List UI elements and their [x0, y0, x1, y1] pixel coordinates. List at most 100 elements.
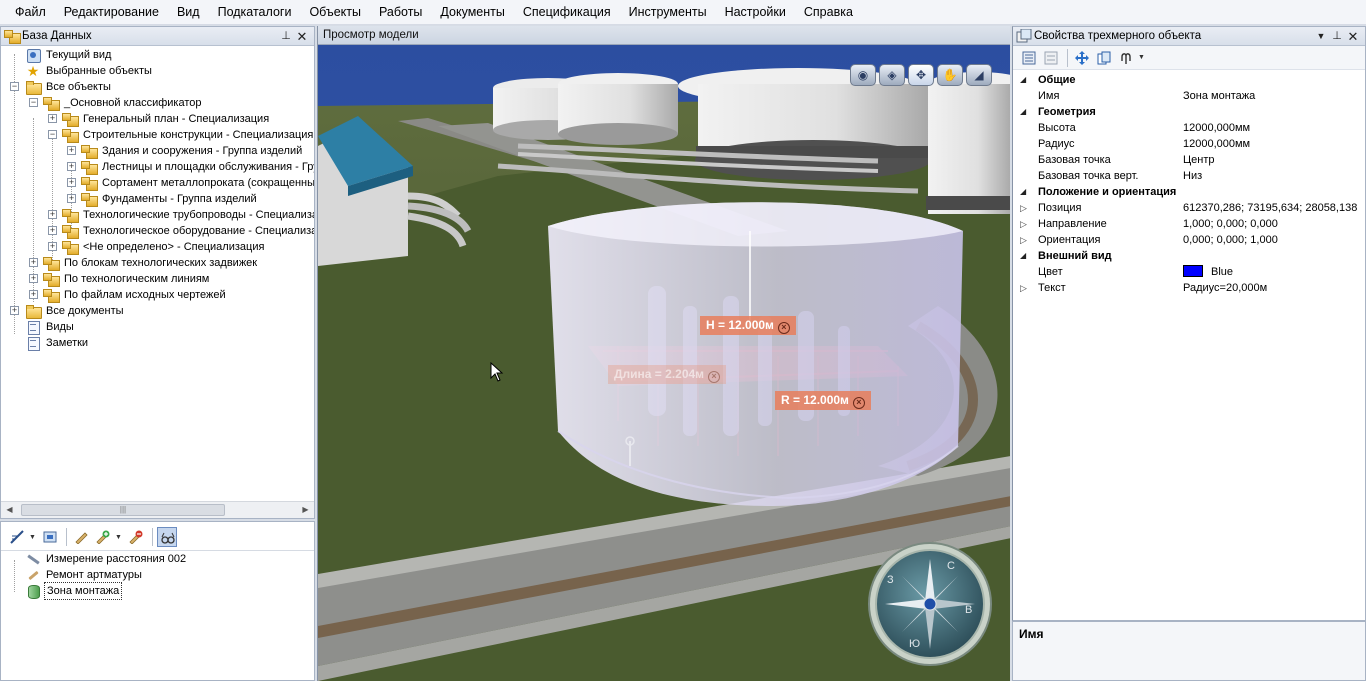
menu-help[interactable]: Справка — [795, 0, 862, 25]
collapse-icon[interactable]: − — [10, 82, 19, 91]
cube-icon[interactable]: ◈ — [879, 64, 905, 86]
property-category-general[interactable]: ◢ Общие — [1013, 72, 1365, 88]
zoom-icon[interactable]: ◢ — [966, 64, 992, 86]
expand-icon[interactable]: ▷ — [1020, 216, 1030, 232]
property-row-base-point-vertical[interactable]: Базовая точка верт. Низ — [1013, 168, 1365, 184]
sort-category-button[interactable] — [1019, 48, 1039, 68]
tree-item-steel-sections[interactable]: Сортамент металлопроката (сокращенный) — [81, 175, 314, 191]
tree-item-valve-blocks[interactable]: По блокам технологических задвижек — [43, 255, 259, 271]
sort-alpha-button[interactable] — [1041, 48, 1061, 68]
collapse-icon[interactable]: ◢ — [1020, 248, 1030, 264]
expand-icon[interactable]: ▷ — [1020, 232, 1030, 248]
tree-item-foundations[interactable]: Фундаменты - Группа изделий — [81, 191, 259, 207]
expand-icon[interactable]: + — [10, 306, 19, 315]
radius-dimension-label[interactable]: R = 12.000м × — [775, 391, 871, 410]
branch-button[interactable] — [1116, 48, 1136, 68]
property-value[interactable]: 1,000; 0,000; 0,000 — [1183, 216, 1361, 232]
property-row-orientation[interactable]: ▷ Ориентация 0,000; 0,000; 1,000 — [1013, 232, 1365, 248]
menu-works[interactable]: Работы — [370, 0, 431, 25]
horizontal-scrollbar[interactable]: ◀ ||| ▶ — [1, 501, 314, 518]
tree-item-selected-objects[interactable]: ★ Выбранные объекты — [25, 63, 154, 79]
dropdown-arrow-icon[interactable]: ▼ — [115, 534, 122, 541]
property-value[interactable]: 612370,286; 73195,634; 28058,138 — [1183, 200, 1361, 216]
expand-icon[interactable]: + — [29, 258, 38, 267]
expand-icon[interactable]: + — [48, 242, 57, 251]
tree-item-building-structures[interactable]: Строительные конструкции - Специализация — [62, 127, 314, 143]
expand-icon[interactable]: + — [67, 194, 76, 203]
property-row-position[interactable]: ▷ Позиция 612370,286; 73195,634; 28058,1… — [1013, 200, 1365, 216]
expand-icon[interactable]: + — [48, 226, 57, 235]
tree-item-buildings[interactable]: Здания и сооружения - Группа изделий — [81, 143, 304, 159]
tree-item-source-files[interactable]: По файлам исходных чертежей — [43, 287, 228, 303]
collapse-icon[interactable]: ◢ — [1020, 104, 1030, 120]
model-viewport[interactable]: Просмотр модели ◉ ◈ ✥ ✋ ◢ H = 12.000м × … — [317, 26, 1010, 681]
remove-dimension-icon[interactable]: × — [852, 397, 865, 409]
tree-item-main-classifier[interactable]: _Основной классификатор — [43, 95, 204, 111]
menu-objects[interactable]: Объекты — [300, 0, 370, 25]
dropdown-arrow-icon[interactable]: ▼ — [29, 534, 36, 541]
property-value[interactable]: Радиус=20,000м — [1183, 280, 1361, 296]
collapse-icon[interactable]: − — [29, 98, 38, 107]
tree-item-pipelines[interactable]: Технологические трубопроводы - Специализ… — [62, 207, 314, 223]
tree-item-general-plan[interactable]: Генеральный план - Специализация — [62, 111, 271, 127]
delete-note-button[interactable] — [126, 527, 146, 547]
remove-dimension-icon[interactable]: × — [777, 322, 790, 334]
pin-icon[interactable]: ⊥ — [1330, 29, 1344, 44]
scroll-thumb[interactable]: ||| — [21, 504, 225, 516]
menu-subcatalogs[interactable]: Подкаталоги — [209, 0, 301, 25]
property-value[interactable]: Центр — [1183, 152, 1361, 168]
collapse-icon[interactable]: ◢ — [1020, 72, 1030, 88]
property-row-height[interactable]: Высота 12000,000мм — [1013, 120, 1365, 136]
menu-documents[interactable]: Документы — [431, 0, 513, 25]
property-value[interactable]: Низ — [1183, 168, 1361, 184]
expand-icon[interactable]: + — [29, 290, 38, 299]
show-notes-toggle[interactable] — [157, 527, 177, 547]
expand-icon[interactable]: + — [29, 274, 38, 283]
property-row-base-point[interactable]: Базовая точка Центр — [1013, 152, 1365, 168]
property-row-text[interactable]: ▷ Текст Радиус=20,000м — [1013, 280, 1365, 296]
note-item-valve-repair[interactable]: Ремонт артматуры — [25, 567, 144, 583]
expand-icon[interactable]: + — [67, 162, 76, 171]
add-view-button[interactable] — [40, 527, 60, 547]
eye-icon[interactable]: ◉ — [850, 64, 876, 86]
length-dimension-label[interactable]: Длина = 2.204м × — [608, 365, 727, 384]
property-row-direction[interactable]: ▷ Направление 1,000; 0,000; 0,000 — [1013, 216, 1365, 232]
scroll-left-icon[interactable]: ◀ — [1, 502, 18, 518]
property-category-position[interactable]: ◢ Положение и ориентация — [1013, 184, 1365, 200]
expand-icon[interactable]: + — [48, 114, 57, 123]
expand-icon[interactable]: + — [48, 210, 57, 219]
property-value[interactable]: 0,000; 0,000; 1,000 — [1183, 232, 1361, 248]
note-item-installation-zone[interactable]: Зона монтажа — [25, 582, 123, 600]
close-icon[interactable]: ✕ — [1346, 29, 1360, 44]
property-row-color[interactable]: Цвет Blue — [1013, 264, 1365, 280]
menu-specification[interactable]: Спецификация — [514, 0, 620, 25]
expand-icon[interactable]: + — [67, 178, 76, 187]
expand-icon[interactable]: + — [67, 146, 76, 155]
tree-item-all-objects[interactable]: Все объекты — [25, 79, 113, 95]
menu-edit[interactable]: Редактирование — [55, 0, 168, 25]
collapse-icon[interactable]: ◢ — [1020, 184, 1030, 200]
scroll-right-icon[interactable]: ▶ — [297, 502, 314, 518]
tree-item-views[interactable]: Виды — [25, 319, 76, 335]
property-row-radius[interactable]: Радиус 12000,000мм — [1013, 136, 1365, 152]
dropdown-icon[interactable]: ▼ — [1314, 29, 1328, 44]
pin-icon[interactable]: ⊥ — [279, 29, 293, 44]
property-row-name[interactable]: Имя Зона монтажа — [1013, 88, 1365, 104]
tree-item-notes[interactable]: Заметки — [25, 335, 90, 351]
edit-note-button[interactable] — [71, 527, 91, 547]
property-value[interactable]: 12000,000мм — [1183, 136, 1361, 152]
measure-tool-button[interactable] — [7, 527, 27, 547]
dropdown-arrow-icon[interactable]: ▼ — [1138, 54, 1145, 61]
expand-icon[interactable]: ▷ — [1020, 280, 1030, 296]
property-category-geometry[interactable]: ◢ Геометрия — [1013, 104, 1365, 120]
property-category-appearance[interactable]: ◢ Внешний вид — [1013, 248, 1365, 264]
close-icon[interactable]: ✕ — [295, 29, 309, 44]
copy-button[interactable] — [1094, 48, 1114, 68]
menu-settings[interactable]: Настройки — [716, 0, 795, 25]
menu-view[interactable]: Вид — [168, 0, 209, 25]
move-button[interactable] — [1072, 48, 1092, 68]
menu-tools[interactable]: Инструменты — [620, 0, 716, 25]
property-value[interactable]: Зона монтажа — [1183, 88, 1361, 104]
orbit-icon[interactable]: ✥ — [908, 64, 934, 86]
collapse-icon[interactable]: − — [48, 130, 57, 139]
